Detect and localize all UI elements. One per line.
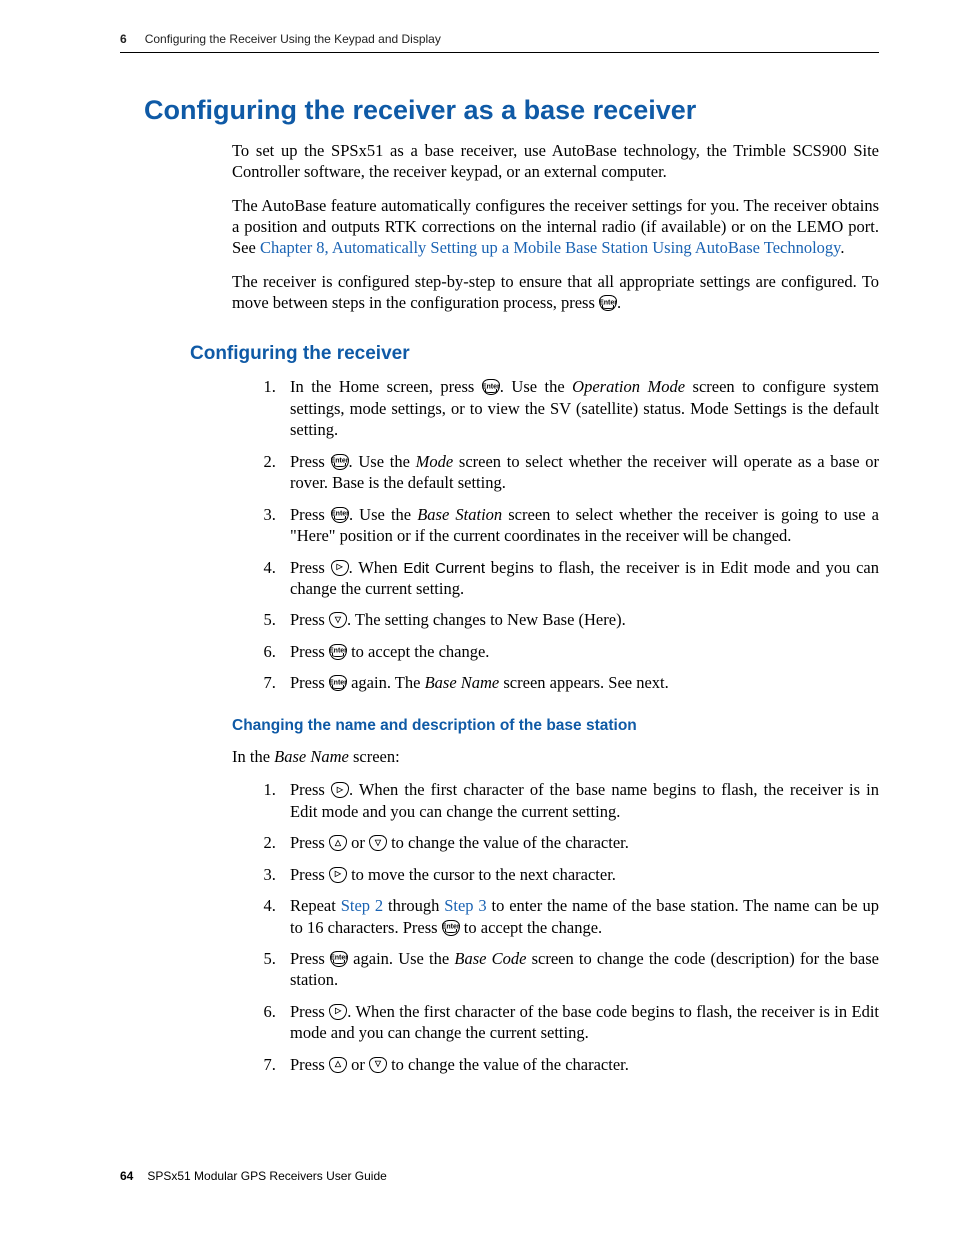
screen-name: Base Station xyxy=(417,505,502,524)
intro-paragraph-2: The AutoBase feature automatically confi… xyxy=(232,195,879,259)
enter-button-icon: Enter xyxy=(442,920,460,936)
screen-name: Base Code xyxy=(454,949,526,968)
list-item: Press Enter. Use the Mode screen to sele… xyxy=(280,451,879,494)
procedure-list-1: In the Home screen, press Enter. Use the… xyxy=(255,376,879,693)
lead-in-paragraph: In the Base Name screen: xyxy=(232,746,879,767)
section-heading: Configuring the receiver xyxy=(190,342,879,367)
enter-button-icon: Enter xyxy=(329,675,347,691)
right-button-icon xyxy=(331,560,349,576)
chapter-title: Configuring the Receiver Using the Keypa… xyxy=(145,32,441,46)
list-item: In the Home screen, press Enter. Use the… xyxy=(280,376,879,440)
right-button-icon xyxy=(329,1004,347,1020)
cross-reference-link[interactable]: Step 3 xyxy=(444,896,486,915)
ui-label: Edit Current xyxy=(403,560,485,577)
running-footer: 64 SPSx51 Modular GPS Receivers User Guid… xyxy=(120,1169,387,1185)
list-item: Press Enter again. Use the Base Code scr… xyxy=(280,948,879,991)
enter-button-icon: Enter xyxy=(331,454,349,470)
header-rule xyxy=(120,52,879,53)
subsection-heading: Changing the name and description of the… xyxy=(232,716,879,736)
screen-name: Operation Mode xyxy=(572,377,685,396)
right-button-icon xyxy=(329,867,347,883)
intro-paragraph-1: To set up the SPSx51 as a base receiver,… xyxy=(232,140,879,183)
enter-button-icon: Enter xyxy=(599,295,617,311)
screen-name: Mode xyxy=(416,452,454,471)
enter-button-icon: Enter xyxy=(482,379,500,395)
screen-name: Base Name xyxy=(274,747,349,766)
screen-name: Base Name xyxy=(425,673,500,692)
enter-button-icon: Enter xyxy=(331,507,349,523)
down-button-icon xyxy=(369,1057,387,1073)
list-item: Repeat Step 2 through Step 3 to enter th… xyxy=(280,895,879,938)
list-item: Press Enter again. The Base Name screen … xyxy=(280,672,879,693)
page-number: 64 xyxy=(120,1169,133,1183)
list-item: Press Enter to accept the change. xyxy=(280,641,879,662)
down-button-icon xyxy=(329,612,347,628)
list-item: Press or to change the value of the char… xyxy=(280,832,879,853)
list-item: Press or to change the value of the char… xyxy=(280,1054,879,1075)
up-button-icon xyxy=(329,1057,347,1073)
text: The receiver is configured step-by-step … xyxy=(232,272,879,312)
down-button-icon xyxy=(369,835,387,851)
enter-button-icon: Enter xyxy=(329,644,347,660)
list-item: Press to move the cursor to the next cha… xyxy=(280,864,879,885)
text: . xyxy=(840,238,844,257)
list-item: Press . When the first character of the … xyxy=(280,1001,879,1044)
page-title: Configuring the receiver as a base recei… xyxy=(144,93,879,128)
cross-reference-link[interactable]: Chapter 8, Automatically Setting up a Mo… xyxy=(260,238,840,257)
enter-button-icon: Enter xyxy=(330,951,348,967)
cross-reference-link[interactable]: Step 2 xyxy=(341,896,383,915)
list-item: Press . When Edit Current begins to flas… xyxy=(280,557,879,600)
procedure-list-2: Press . When the first character of the … xyxy=(255,779,879,1075)
up-button-icon xyxy=(329,835,347,851)
list-item: Press . The setting changes to New Base … xyxy=(280,609,879,630)
list-item: Press Enter. Use the Base Station screen… xyxy=(280,504,879,547)
right-button-icon xyxy=(331,782,349,798)
intro-paragraph-3: The receiver is configured step-by-step … xyxy=(232,271,879,314)
running-header: 6 Configuring the Receiver Using the Keyp… xyxy=(120,32,879,48)
text: . xyxy=(617,293,621,312)
book-title: SPSx51 Modular GPS Receivers User Guide xyxy=(147,1169,386,1183)
chapter-number: 6 xyxy=(120,32,127,46)
list-item: Press . When the first character of the … xyxy=(280,779,879,822)
document-page: 6 Configuring the Receiver Using the Keyp… xyxy=(0,0,954,1235)
